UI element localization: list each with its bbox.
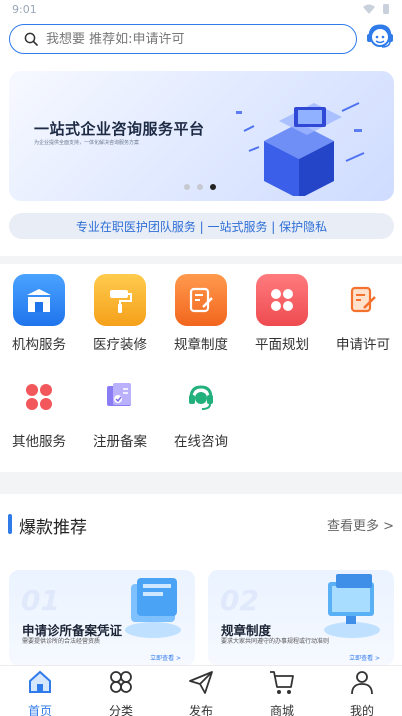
promo-banner[interactable]: 一站式企业咨询服务平台 为企业提供全面支持，一体化解决咨询服务方案 xyxy=(9,71,394,201)
tab-mall[interactable]: 商城 xyxy=(252,668,312,716)
carousel-dot-active[interactable] xyxy=(210,184,216,190)
card-view-link[interactable]: 立即查看 > xyxy=(150,653,181,662)
system-icons xyxy=(362,3,390,15)
recommend-card[interactable]: 02 规章制度 要求大家共同遵守的办事规程或行动准则 立即查看 > xyxy=(208,570,394,666)
search-icon xyxy=(24,32,38,46)
carousel-dot[interactable] xyxy=(197,184,203,190)
tab-label: 发布 xyxy=(188,704,213,716)
tab-category[interactable]: 分类 xyxy=(91,668,151,716)
section-title: 爆款推荐 xyxy=(19,518,87,538)
card-view-link[interactable]: 立即查看 > xyxy=(349,653,380,662)
carousel-dot[interactable] xyxy=(184,184,190,190)
customer-service-icon[interactable] xyxy=(364,20,396,52)
form-edit-icon xyxy=(337,274,389,326)
category-icon xyxy=(110,671,132,693)
tab-mine[interactable]: 我的 xyxy=(332,668,392,716)
card-number: 01 xyxy=(21,584,60,617)
view-more-link[interactable]: 查看更多 > xyxy=(327,515,394,534)
carousel-indicator[interactable] xyxy=(184,184,216,190)
header-section: 9:01 一站式企业咨询服务平台 为企业提供全面支持，一体化解决咨询服务方案 xyxy=(0,0,402,256)
building-icon xyxy=(13,274,65,326)
service-item-floor-plan[interactable]: 平面规划 xyxy=(242,274,322,353)
grid-flower-icon xyxy=(256,274,308,326)
bottom-tab-bar: 首页 分类 发布 商城 我的 xyxy=(0,665,402,716)
service-item-decoration[interactable]: 医疗装修 xyxy=(80,274,160,353)
banner-subtitle: 为企业提供全面支持，一体化解决咨询服务方案 xyxy=(34,140,140,146)
service-item-other[interactable]: 其他服务 xyxy=(0,371,79,450)
card-title: 申请诊所备案凭证 xyxy=(22,623,123,638)
service-label: 其他服务 xyxy=(12,434,66,450)
card-title: 规章制度 xyxy=(221,623,272,638)
battery-icon xyxy=(383,4,389,14)
service-label: 注册备案 xyxy=(93,434,147,450)
cart-icon xyxy=(270,671,294,694)
tab-label: 分类 xyxy=(108,704,133,716)
service-grid: 机构服务 医疗装修 规章制度 平面规划 申请许可 其他服务 注册备案 在线咨询 xyxy=(0,264,402,472)
card-number: 02 xyxy=(220,584,259,617)
tab-publish[interactable]: 发布 xyxy=(171,668,231,716)
four-petals-icon xyxy=(13,371,65,423)
search-bar[interactable] xyxy=(9,24,357,54)
server-cube-illustration xyxy=(236,102,365,196)
service-item-regulations[interactable]: 规章制度 xyxy=(161,274,241,353)
service-item-institution[interactable]: 机构服务 xyxy=(0,274,79,353)
document-edit-icon xyxy=(175,274,227,326)
wifi-icon xyxy=(363,4,375,14)
service-label: 申请许可 xyxy=(336,337,390,353)
user-icon xyxy=(351,671,373,695)
service-item-permit[interactable]: 申请许可 xyxy=(323,274,402,353)
paint-roller-icon xyxy=(94,274,146,326)
tab-home[interactable]: 首页 xyxy=(10,668,70,716)
service-label: 在线咨询 xyxy=(174,434,228,450)
status-bar: 9:01 xyxy=(12,3,390,17)
recommend-card[interactable]: 01 申请诊所备案凭证 需要提供诊所的合法经营资质 立即查看 > xyxy=(9,570,195,666)
search-input[interactable] xyxy=(46,31,326,47)
service-label: 平面规划 xyxy=(255,337,309,353)
monitor-illustration xyxy=(324,574,380,638)
service-item-online-consult[interactable]: 在线咨询 xyxy=(161,371,241,450)
service-label: 医疗装修 xyxy=(93,337,147,353)
service-label: 规章制度 xyxy=(174,337,228,353)
tab-label: 我的 xyxy=(349,704,374,716)
status-time: 9:01 xyxy=(12,3,37,16)
card-description: 要求大家共同遵守的办事规程或行动准则 xyxy=(221,638,330,645)
service-notice-bar: 专业在职医护团队服务 | 一站式服务 | 保护隐私 xyxy=(9,213,394,239)
tab-label: 商城 xyxy=(269,704,294,716)
certificate-icon xyxy=(94,371,146,423)
folder-illustration xyxy=(125,578,181,638)
headset-icon xyxy=(175,371,227,423)
section-accent-bar xyxy=(8,514,12,534)
service-label: 机构服务 xyxy=(12,337,66,353)
banner-title: 一站式企业咨询服务平台 xyxy=(34,120,205,138)
send-icon xyxy=(189,671,213,694)
tab-label: 首页 xyxy=(27,704,52,716)
card-description: 需要提供诊所的合法经营资质 xyxy=(22,638,101,645)
hot-recommend-section: 爆款推荐 查看更多 > 01 申请诊所备案凭证 需要提供诊所的合法经营资质 立即… xyxy=(0,494,402,666)
home-icon xyxy=(29,670,51,693)
service-item-registration[interactable]: 注册备案 xyxy=(80,371,160,450)
